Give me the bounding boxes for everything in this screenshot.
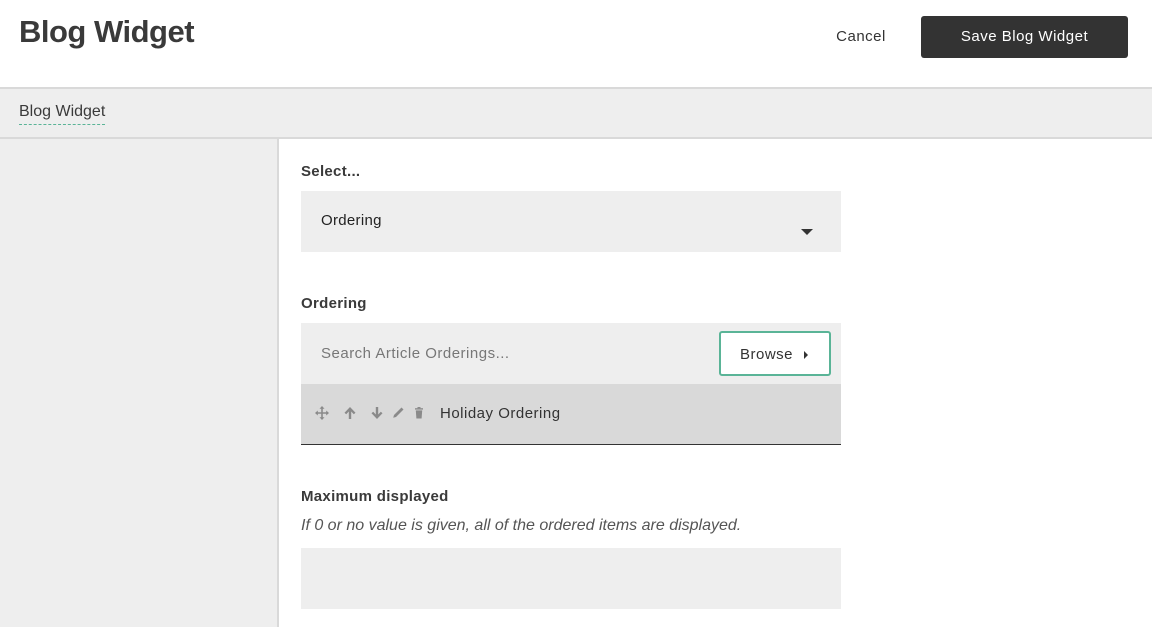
- save-blog-widget-button[interactable]: Save Blog Widget: [921, 16, 1128, 58]
- maximum-displayed-input[interactable]: [301, 548, 841, 609]
- move-icon[interactable]: [314, 405, 330, 421]
- tab-bar: Blog Widget: [0, 89, 1152, 139]
- page-header: Blog Widget Cancel Save Blog Widget: [0, 0, 1152, 89]
- maximum-displayed-help: If 0 or no value is given, all of the or…: [301, 517, 742, 534]
- arrow-down-icon[interactable]: [369, 405, 385, 421]
- pencil-icon[interactable]: [390, 405, 406, 421]
- select-value: Ordering: [321, 212, 382, 229]
- browse-button-label: Browse: [740, 346, 794, 363]
- item-title: Holiday Ordering: [440, 405, 561, 422]
- arrow-up-icon[interactable]: [342, 405, 358, 421]
- chevron-right-icon: [804, 351, 808, 359]
- page-title: Blog Widget: [19, 14, 195, 49]
- form-panel: Select... Ordering Ordering Browse Holid…: [281, 139, 1152, 627]
- list-item: Holiday Ordering: [301, 384, 841, 445]
- ordering-label: Ordering: [301, 295, 367, 312]
- maximum-displayed-label: Maximum displayed: [301, 488, 449, 505]
- browse-button[interactable]: Browse: [719, 331, 831, 376]
- type-select[interactable]: Ordering: [301, 191, 841, 252]
- chevron-down-icon: [801, 229, 813, 235]
- tab-blog-widget[interactable]: Blog Widget: [19, 103, 106, 125]
- ordering-search-row: Browse: [301, 323, 841, 384]
- sidebar: [0, 139, 279, 627]
- cancel-button[interactable]: Cancel: [824, 16, 898, 58]
- ordering-search-input[interactable]: [301, 323, 711, 384]
- trash-icon[interactable]: [411, 405, 427, 421]
- select-label: Select...: [301, 163, 361, 180]
